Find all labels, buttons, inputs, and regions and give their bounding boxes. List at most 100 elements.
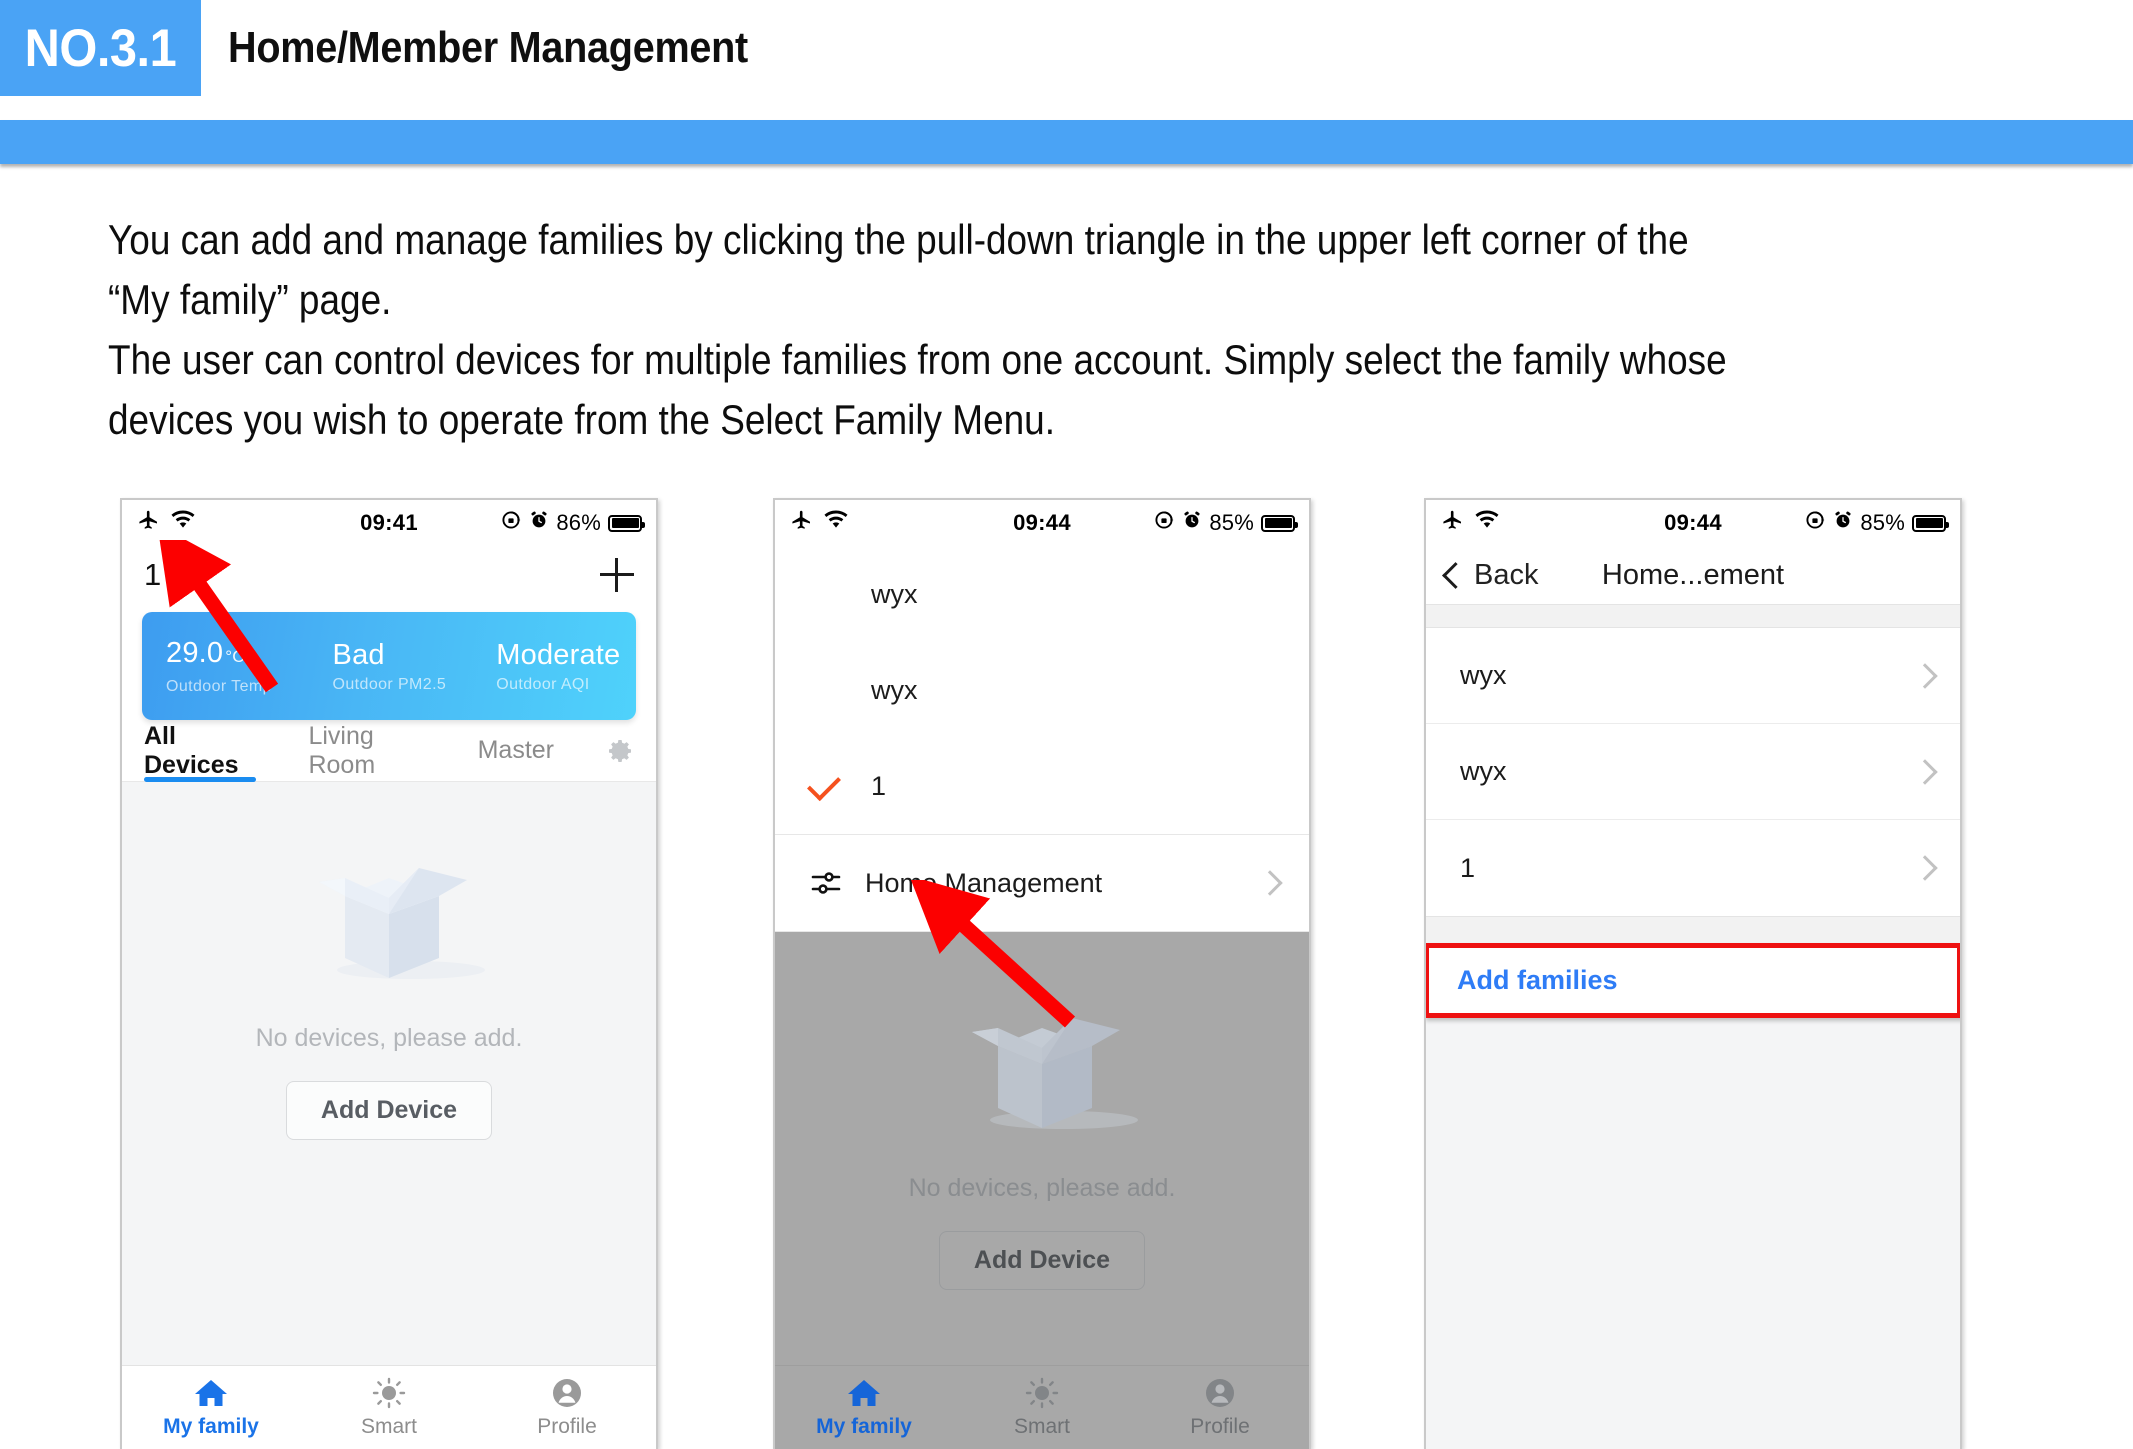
list-background xyxy=(1426,1018,1960,1449)
app-bar: 1 xyxy=(122,546,656,604)
alarm-clock-icon xyxy=(529,510,549,536)
back-button[interactable]: Back xyxy=(1442,558,1539,592)
home-icon xyxy=(195,1380,227,1406)
nav-item-smart[interactable]: Smart xyxy=(953,1366,1131,1449)
weather-unit: °C xyxy=(225,647,245,666)
status-bar: 09:44 85% xyxy=(775,500,1309,546)
sun-icon xyxy=(1025,1377,1059,1409)
family-row-label: 1 xyxy=(1460,852,1476,883)
profile-icon xyxy=(1206,1379,1234,1407)
slide-number-badge: NO.3.1 xyxy=(0,0,201,96)
phone-screenshot-home-management: 09:44 85% Back Home...ement wyx wyx 1 Ad… xyxy=(1424,498,1962,1449)
nav-bar: Back Home...ement xyxy=(1426,546,1960,604)
rotation-lock-icon xyxy=(1153,509,1175,537)
phone-screenshot-family-menu: 09:44 85% wyx wyx 1 Home Management No d… xyxy=(773,498,1311,1449)
family-menu-item-selected[interactable]: 1 xyxy=(775,738,1309,834)
empty-box-illustration xyxy=(319,868,485,979)
family-menu-label: wyx xyxy=(871,674,918,705)
family-row[interactable]: 1 xyxy=(1426,820,1960,916)
checkmark-icon xyxy=(807,767,841,802)
weather-label: Outdoor PM2.5 xyxy=(332,676,447,693)
home-icon xyxy=(848,1380,880,1406)
nav-label: My family xyxy=(163,1415,259,1438)
family-row-label: wyx xyxy=(1460,660,1507,690)
family-select-menu: wyx wyx 1 xyxy=(775,546,1309,834)
family-row-label: wyx xyxy=(1460,756,1507,786)
section-gap xyxy=(1426,916,1960,943)
family-row[interactable]: wyx xyxy=(1426,628,1960,724)
slide-number-text: NO.3.1 xyxy=(24,18,177,78)
nav-item-my-family[interactable]: My family xyxy=(775,1366,953,1449)
nav-item-profile[interactable]: Profile xyxy=(478,1366,656,1449)
section-gap xyxy=(1426,604,1960,628)
family-menu-label: wyx xyxy=(871,578,918,609)
battery-percent-label: 85% xyxy=(1209,510,1254,535)
nav-item-profile[interactable]: Profile xyxy=(1131,1366,1309,1449)
rotation-lock-icon xyxy=(1804,509,1826,537)
nav-item-smart[interactable]: Smart xyxy=(300,1366,478,1449)
weather-cell: Moderate Outdoor AQI xyxy=(472,638,636,694)
add-device-button[interactable]: Add Device xyxy=(939,1231,1145,1290)
back-label: Back xyxy=(1474,558,1539,591)
family-menu-item[interactable]: wyx xyxy=(775,546,1309,642)
chevron-right-icon xyxy=(1912,855,1938,881)
nav-item-my-family[interactable]: My family xyxy=(122,1366,300,1449)
chevron-right-icon xyxy=(1912,758,1938,785)
empty-state-text: No devices, please add. xyxy=(908,1174,1176,1202)
home-management-row[interactable]: Home Management xyxy=(775,834,1309,932)
empty-box-illustration xyxy=(972,1018,1138,1129)
add-icon[interactable] xyxy=(600,558,634,592)
status-bar: 09:44 85% xyxy=(1426,500,1960,546)
rotation-lock-icon xyxy=(500,509,522,537)
family-menu-label: 1 xyxy=(871,770,887,801)
weather-value: Moderate xyxy=(496,639,621,671)
bottom-navigation: My family Smart Profile xyxy=(122,1365,656,1449)
family-list: wyx wyx 1 xyxy=(1426,628,1960,916)
phone-screenshot-my-family: 09:41 86% 1 29.0 °C Outdoor Temp Bad Outd… xyxy=(120,498,658,1449)
weather-card[interactable]: 29.0 °C Outdoor Temp Bad Outdoor PM2.5 Mo… xyxy=(142,612,636,720)
empty-state: No devices, please add. Add Device xyxy=(122,782,656,1390)
weather-label: Outdoor AQI xyxy=(496,676,590,693)
battery-icon xyxy=(1261,514,1298,532)
weather-value: Bad xyxy=(332,639,385,671)
empty-state-text: No devices, please add. xyxy=(255,1024,523,1052)
family-selector-label[interactable]: 1 xyxy=(144,557,161,593)
nav-label: Profile xyxy=(537,1415,597,1438)
tab-all-devices[interactable]: All Devices xyxy=(144,720,257,782)
alarm-clock-icon xyxy=(1833,510,1853,536)
bottom-navigation: My family Smart Profile xyxy=(775,1365,1309,1449)
slide-header: NO.3.1 Home/Member Management xyxy=(0,0,2133,96)
weather-cell: 29.0 °C Outdoor Temp xyxy=(142,636,309,696)
battery-percent-label: 85% xyxy=(1860,510,1905,535)
page-title: Home/Member Management xyxy=(228,23,748,72)
status-bar: 09:41 86% xyxy=(122,500,656,546)
nav-label: Smart xyxy=(1013,1415,1070,1438)
add-device-button[interactable]: Add Device xyxy=(286,1081,492,1140)
alarm-clock-icon xyxy=(1182,510,1202,536)
weather-label: Outdoor Temp xyxy=(166,678,272,695)
add-families-label: Add families xyxy=(1457,965,1618,995)
nav-label: My family xyxy=(816,1415,912,1438)
header-accent-bar xyxy=(0,120,2133,164)
family-row[interactable]: wyx xyxy=(1426,724,1960,820)
sun-icon xyxy=(372,1377,406,1409)
weather-cell: Bad Outdoor PM2.5 xyxy=(309,638,473,694)
tab-living-room[interactable]: Living Room xyxy=(308,720,425,782)
chevron-down-icon[interactable] xyxy=(167,554,198,585)
gear-icon[interactable] xyxy=(606,737,634,765)
family-menu-item[interactable]: wyx xyxy=(775,642,1309,738)
status-right-icons: 85% xyxy=(1804,509,1949,537)
add-families-row[interactable]: Add families xyxy=(1426,943,1960,1018)
weather-value-text: 29.0 xyxy=(166,637,224,669)
battery-percent-label: 86% xyxy=(556,510,601,535)
tab-master[interactable]: Master xyxy=(478,720,554,782)
chevron-right-icon xyxy=(1257,870,1283,896)
battery-icon xyxy=(608,514,645,532)
chevron-left-icon xyxy=(1442,561,1469,589)
nav-label: Profile xyxy=(1190,1415,1250,1438)
room-tabs: All Devices Living Room Master xyxy=(122,720,656,782)
status-right-icons: 85% xyxy=(1153,509,1298,537)
sliders-icon xyxy=(809,866,843,900)
home-management-label: Home Management xyxy=(865,867,1103,898)
status-right-icons: 86% xyxy=(500,509,645,537)
